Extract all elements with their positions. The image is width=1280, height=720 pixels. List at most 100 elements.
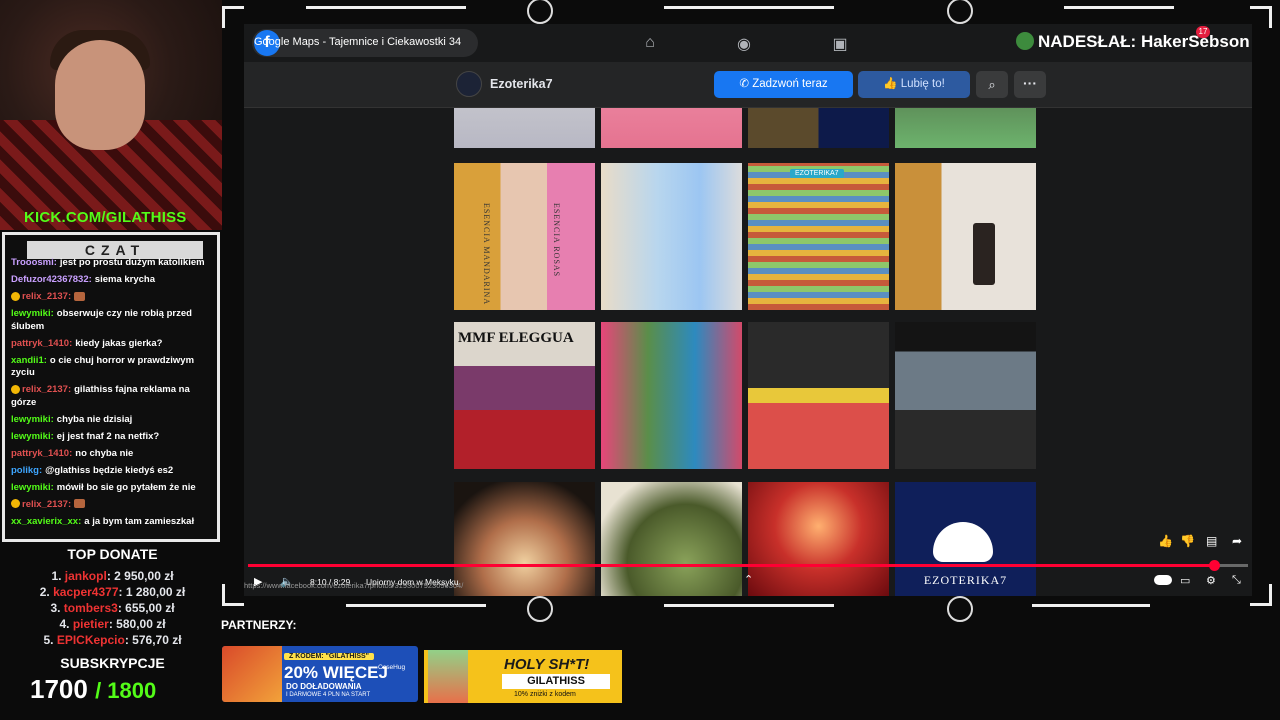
photo-tile-eleggua[interactable]: MMF ELEGGUA (454, 322, 595, 469)
chat-username[interactable]: relix_2137: (22, 291, 71, 302)
photo-tile-beads[interactable]: EZOTERIKA7 (748, 163, 889, 310)
chat-username[interactable]: relix_2137: (22, 499, 71, 510)
chat-username[interactable]: lewymiki: (11, 308, 54, 319)
fullscreen-icon[interactable]: ⤡ (1232, 574, 1241, 587)
essence-label: ESENCIA MANDARINA (482, 203, 491, 306)
chat-username[interactable]: Trooosmi: (11, 257, 57, 268)
chat-message: xandii1: o cie chuj horror w prawdziwym z… (11, 355, 217, 380)
chat-message: polikg: @glathiss będzie kiedyś es2 (11, 465, 217, 478)
chat-text: ej jest fnaf 2 na netfix? (56, 430, 160, 442)
subscriber-badge-icon (11, 384, 20, 394)
thumbs-up-icon: 👍 (883, 78, 901, 90)
donation-row: 5. EPICKepcio: 576,70 zł (43, 633, 182, 647)
sphere-logo-icon (947, 596, 973, 622)
hover-url: https://www.facebook.com/ezoterika7/phot… (244, 581, 464, 590)
chat-username[interactable]: polikg: (11, 465, 42, 476)
banner1-line2: DO DOŁADOWANIA (286, 682, 362, 691)
chat-username[interactable]: lewymiki: (11, 482, 54, 493)
chat-username[interactable]: pattryk_1410: (11, 338, 72, 349)
partner-banner-holyshit[interactable]: HOLY SH*T! GILATHISS 10% zniżki z kodem (424, 650, 622, 703)
frame-corner (222, 6, 244, 28)
photo-tile-colored-bottles[interactable] (601, 322, 742, 469)
chat-username[interactable]: xx_xavierix_xx: (11, 516, 81, 527)
chat-username[interactable]: Defuzor42367832: (11, 274, 92, 285)
more-icon: ··· (1023, 75, 1037, 91)
chat-username[interactable]: lewymiki: (11, 414, 54, 425)
banner1-code: Z KODEM: "GILATHISS" (284, 653, 375, 660)
bottle-shape (973, 223, 995, 285)
donor-name: tombers3 (63, 601, 118, 615)
elephant-logo-shape (933, 522, 993, 562)
more-options-button[interactable]: ··· (1014, 71, 1046, 98)
chevron-up-icon[interactable]: ⌃ (744, 573, 753, 586)
chat-message: pattryk_1410: no chyba nie (11, 448, 217, 461)
donate-list: 1. jankopl: 2 950,00 zł 2. kacper4377: 1 … (0, 568, 225, 648)
autoplay-toggle[interactable] (1154, 575, 1172, 585)
sphere-logo-icon (527, 596, 553, 622)
like-page-button[interactable]: 👍 Lubię to! (858, 71, 970, 98)
video-title[interactable]: Google Maps - Tajemnice i Ciekawostki 34 (254, 36, 461, 48)
chat-username[interactable]: lewymiki: (11, 431, 54, 442)
chat-message: relix_2137: (11, 499, 217, 512)
chat-username[interactable]: relix_2137: (22, 384, 71, 395)
pages-icon[interactable]: ▣ (830, 34, 850, 54)
call-now-button[interactable]: ✆ Zadzwoń teraz (714, 71, 853, 98)
subs-title: SUBSKRYPCJE (60, 655, 165, 671)
subs-counter: 1700 / 1800 (30, 674, 156, 705)
groups-icon[interactable]: ◉ (734, 34, 754, 54)
donation-rank: 1. (51, 569, 62, 583)
chat-username[interactable]: pattryk_1410: (11, 448, 72, 459)
frame-line (1064, 6, 1174, 9)
donor-name: jankopl (64, 569, 107, 583)
dislike-video-icon[interactable]: 👎 (1180, 534, 1195, 548)
home-icon[interactable]: ⌂ (640, 34, 660, 54)
like-video-icon[interactable]: 👍 (1158, 534, 1173, 548)
photo-tile-altar[interactable] (748, 322, 889, 469)
search-button[interactable]: ⌕ (976, 71, 1008, 98)
photo-tile-cinnamon[interactable] (895, 163, 1036, 310)
photo-tile-storefront[interactable] (895, 322, 1036, 469)
video-player[interactable]: f Google Maps - Tajemnice i Ciekawostki … (244, 24, 1252, 596)
call-now-label: Zadzwoń teraz (752, 78, 828, 90)
frame-line (306, 6, 466, 9)
photo-tile[interactable] (748, 108, 889, 148)
frame-corner (1250, 6, 1272, 28)
chat-message: Trooosmi: jest po prostu dużym katolikiem (11, 257, 217, 270)
chat-text: mówił bo sie go pytałem że nie (56, 481, 196, 493)
target-logo-icon (947, 0, 973, 24)
page-name[interactable]: Ezoterika7 (490, 77, 553, 91)
share-icon[interactable]: ➦ (1232, 534, 1242, 548)
progress-scrubber[interactable] (1209, 560, 1220, 571)
top-donate-title: TOP DONATE (67, 546, 158, 562)
partner-banner-casehug[interactable]: Z KODEM: "GILATHISS" 20% WIĘCEJ DO DOŁAD… (222, 646, 418, 702)
page-logo[interactable] (456, 71, 482, 97)
photo-tag: EZOTERIKA7 (790, 169, 844, 178)
banner2-small: 10% zniżki z kodem (514, 691, 576, 698)
donation-row: 1. jankopl: 2 950,00 zł (51, 569, 174, 583)
banner1-line3: I DARMOWE 4 PLN NA START (286, 692, 371, 698)
chat-messages: Trooosmi: jest po prostu dużym katolikiem… (11, 257, 217, 533)
chat-message: pattryk_1410: kiedy jakas gierka? (11, 338, 217, 351)
comments-icon[interactable]: ▤ (1206, 534, 1217, 548)
photo-tile[interactable] (895, 108, 1036, 148)
donation-rank: 2. (39, 585, 50, 599)
donation-rank: 3. (50, 601, 61, 615)
banner2-code: GILATHISS (502, 674, 610, 689)
frame-corner (222, 584, 244, 606)
progress-fill (248, 564, 1214, 567)
chat-emote-icon (74, 291, 86, 301)
donation-amount: 2 950,00 zł (114, 569, 174, 583)
chat-message: relix_2137: (11, 291, 217, 304)
kick-channel-label: KICK.COM/GILATHISS (24, 209, 187, 226)
photo-tile[interactable] (601, 108, 742, 148)
chat-text: @glathiss będzie kiedyś es2 (45, 464, 174, 476)
chat-username[interactable]: xandii1: (11, 355, 47, 366)
settings-icon[interactable]: ⚙ (1206, 574, 1216, 587)
chat-message: lewymiki: mówił bo sie go pytałem że nie (11, 482, 217, 495)
photo-tile[interactable] (454, 108, 595, 148)
subtitles-icon[interactable]: ▭ (1180, 574, 1190, 587)
chat-text: jest po prostu dużym katolikiem (59, 257, 205, 268)
photo-tile-essences[interactable]: ESENCIA MANDARINA ESENCIA ROSAS (454, 163, 595, 310)
eleggua-title: MMF ELEGGUA (458, 330, 574, 346)
photo-tile-bottles[interactable] (601, 163, 742, 310)
